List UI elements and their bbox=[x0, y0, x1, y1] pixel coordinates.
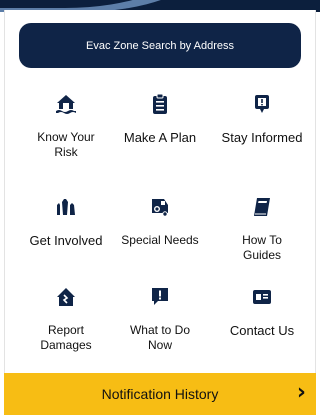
house-flood-icon bbox=[54, 92, 78, 116]
evac-zone-search-button[interactable]: Evac Zone Search by Address bbox=[19, 23, 301, 68]
tile-label-know-your-risk: Know Your Risk bbox=[37, 130, 95, 159]
notification-history-label: Notification History bbox=[101, 386, 219, 402]
tile-label-stay-informed: Stay Informed bbox=[221, 130, 303, 145]
van-wheelchair-icon bbox=[148, 195, 172, 219]
tile-label-make-a-plan: Make A Plan bbox=[123, 130, 197, 145]
contact-card-icon bbox=[250, 285, 274, 309]
tile-know-your-risk[interactable]: Know Your Risk bbox=[16, 92, 116, 178]
raised-hands-icon bbox=[54, 195, 78, 219]
speech-alert-icon bbox=[148, 285, 172, 309]
book-icon bbox=[250, 195, 274, 219]
tile-label-report-damages: Report Damages bbox=[40, 323, 92, 352]
chevron-right-icon: › bbox=[296, 380, 306, 405]
tile-make-a-plan[interactable]: Make A Plan bbox=[110, 92, 210, 178]
tile-label-contact-us: Contact Us bbox=[229, 323, 295, 338]
phone-alert-icon bbox=[250, 92, 274, 116]
tile-contact-us[interactable]: Contact Us bbox=[212, 285, 312, 371]
tile-get-involved[interactable]: Get Involved bbox=[16, 195, 116, 281]
evac-zone-search-label: Evac Zone Search by Address bbox=[86, 39, 234, 52]
clipboard-checklist-icon bbox=[148, 92, 172, 116]
tile-how-to-guides[interactable]: How To Guides bbox=[212, 195, 312, 281]
tile-what-to-do-now[interactable]: What to Do Now bbox=[110, 285, 210, 371]
notification-history-bar[interactable]: Notification History › bbox=[4, 373, 316, 415]
tile-stay-informed[interactable]: Stay Informed bbox=[212, 92, 312, 178]
tile-label-how-to-guides: How To Guides bbox=[242, 233, 282, 262]
tile-label-special-needs: Special Needs bbox=[121, 233, 199, 247]
tile-label-get-involved: Get Involved bbox=[29, 233, 103, 248]
damaged-house-icon bbox=[54, 285, 78, 309]
tile-report-damages[interactable]: Report Damages bbox=[16, 285, 116, 371]
tile-special-needs[interactable]: Special Needs bbox=[110, 195, 210, 281]
tile-label-what-to-do-now: What to Do Now bbox=[129, 323, 191, 352]
